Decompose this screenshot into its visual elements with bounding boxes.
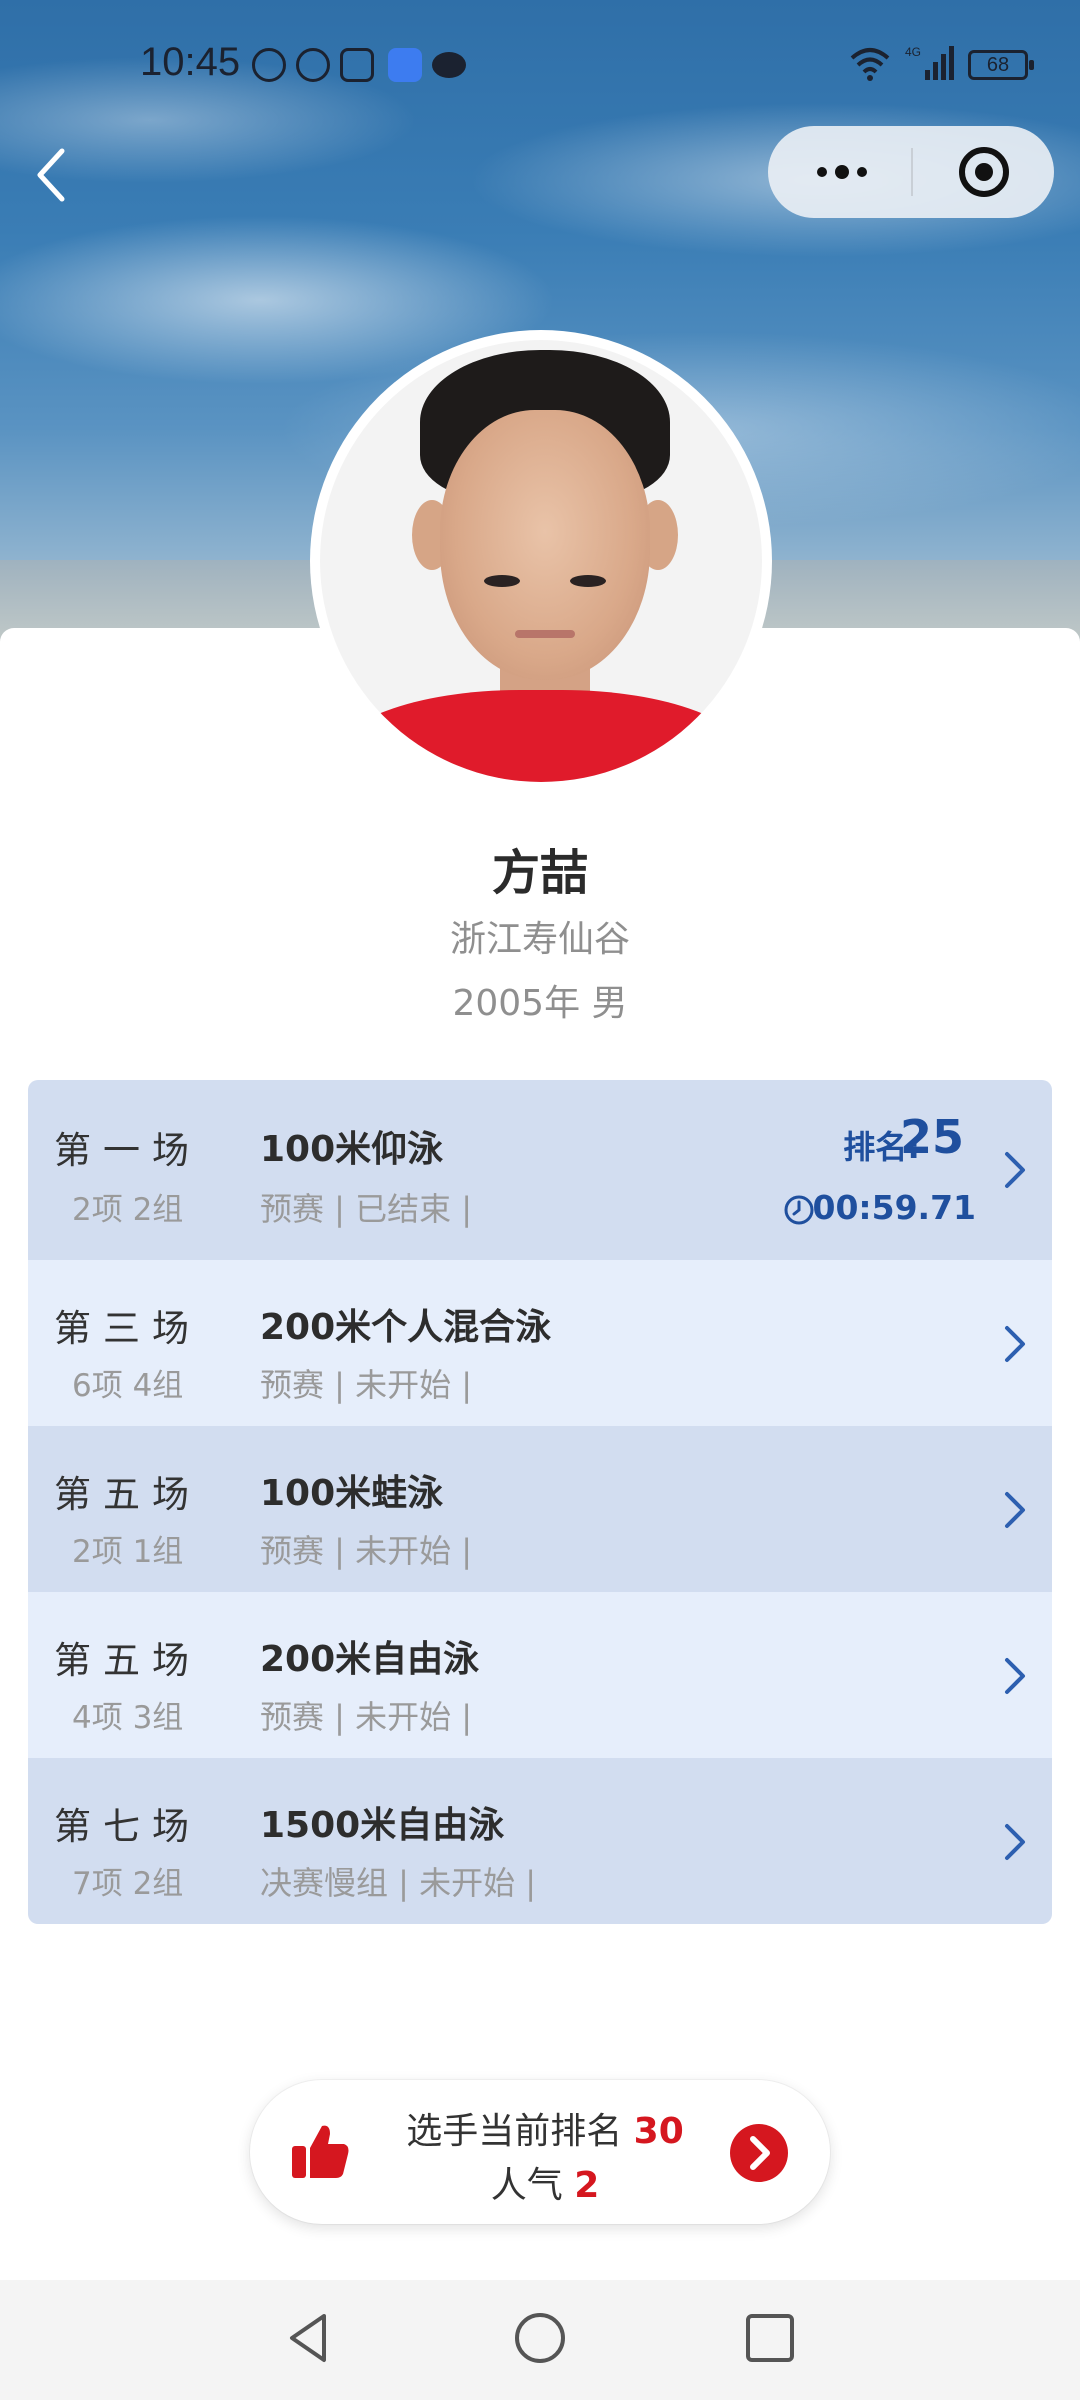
popularity-line: 人气 2 [390, 2156, 700, 2208]
more-dots-icon[interactable] [812, 152, 872, 192]
target-circle-icon[interactable] [956, 144, 1012, 200]
event-title: 100米蛙泳 [260, 1473, 444, 1514]
globe-icon [296, 48, 330, 82]
thumbs-up-icon[interactable] [288, 2120, 352, 2184]
event-list: 第一场 2项 2组 100米仰泳 预赛 | 已结束 | 排名: 25 00:59… [28, 1080, 1052, 1924]
arrow-right-icon[interactable] [730, 2124, 788, 2182]
event-title: 200米个人混合泳 [260, 1307, 552, 1348]
current-rank-value: 30 [633, 2111, 684, 2152]
event-group: 4项 3组 [72, 1700, 184, 1736]
battery-level: 68 [968, 50, 1034, 80]
avatar-photo [320, 340, 762, 782]
event-title: 200米自由泳 [260, 1639, 480, 1680]
capsule-divider [911, 148, 913, 196]
event-session: 第七场 [54, 1805, 201, 1848]
cell-signal-icon: 4G [905, 45, 954, 80]
nav-back-icon[interactable] [280, 2308, 340, 2368]
notification-icon [252, 48, 286, 82]
event-title: 100米仰泳 [260, 1129, 444, 1170]
avatar-eye-left [484, 575, 520, 587]
current-rank-line: 选手当前排名 30 [390, 2102, 700, 2154]
chevron-left-icon[interactable] [30, 145, 74, 205]
event-status: 预赛 | 已结束 | [260, 1190, 473, 1228]
event-row[interactable]: 第三场 6项 4组 200米个人混合泳 预赛 | 未开始 | [28, 1260, 1052, 1426]
chevron-right-icon [1005, 1326, 1025, 1362]
avatar-eye-right [570, 575, 606, 587]
chevron-right-icon [1005, 1492, 1025, 1528]
event-row[interactable]: 第五场 2项 1组 100米蛙泳 预赛 | 未开始 | [28, 1426, 1052, 1592]
result-time: 00:59.71 [812, 1188, 976, 1227]
mini-program-capsule [768, 126, 1054, 218]
avatar [310, 330, 772, 792]
event-row[interactable]: 第五场 4项 3组 200米自由泳 预赛 | 未开始 | [28, 1592, 1052, 1758]
event-session: 第五场 [54, 1639, 201, 1682]
event-row[interactable]: 第七场 7项 2组 1500米自由泳 决赛慢组 | 未开始 | [28, 1758, 1052, 1924]
event-status: 预赛 | 未开始 | [260, 1532, 473, 1570]
event-status: 预赛 | 未开始 | [260, 1366, 473, 1404]
event-group: 2项 2组 [72, 1192, 184, 1228]
popularity-pill[interactable]: 选手当前排名 30 人气 2 [250, 2080, 830, 2224]
athlete-birth-gender: 2005年 男 [452, 983, 628, 1024]
rank-value: 25 [899, 1110, 964, 1164]
event-session: 第一场 [54, 1129, 201, 1172]
avatar-face [440, 410, 650, 680]
chat-bubble-icon [432, 52, 466, 78]
nav-home-icon[interactable] [510, 2308, 570, 2368]
popularity-label: 人气 [490, 2165, 563, 2206]
event-session: 第五场 [54, 1473, 201, 1516]
popularity-value: 2 [574, 2165, 600, 2206]
event-group: 6项 4组 [72, 1368, 184, 1404]
status-bar: 10:45 4G 68 [0, 30, 1080, 100]
nav-recents-icon[interactable] [740, 2308, 800, 2368]
avatar-mouth [515, 630, 575, 638]
status-time: 10:45 [140, 40, 241, 84]
event-title: 1500米自由泳 [260, 1805, 505, 1846]
current-rank-label: 选手当前排名 [406, 2111, 623, 2152]
system-nav-bar [0, 2280, 1080, 2400]
network-type: 4G [905, 45, 921, 59]
chevron-right-icon [1005, 1152, 1025, 1188]
chevron-right-icon [1005, 1824, 1025, 1860]
athlete-club: 浙江寿仙谷 [449, 919, 630, 960]
chevron-right-icon [1005, 1658, 1025, 1694]
avatar-shirt [330, 690, 752, 782]
event-session: 第三场 [54, 1307, 201, 1350]
cloud-icon [388, 48, 422, 82]
hand-icon [340, 48, 374, 82]
event-status: 决赛慢组 | 未开始 | [260, 1864, 537, 1902]
event-group: 7项 2组 [72, 1866, 184, 1902]
wifi-icon [850, 48, 890, 81]
athlete-name: 方喆 [491, 845, 588, 901]
event-row[interactable]: 第一场 2项 2组 100米仰泳 预赛 | 已结束 | 排名: 25 00:59… [28, 1080, 1052, 1260]
stopwatch-icon [784, 1195, 814, 1225]
event-status: 预赛 | 未开始 | [260, 1698, 473, 1736]
event-group: 2项 1组 [72, 1534, 184, 1570]
